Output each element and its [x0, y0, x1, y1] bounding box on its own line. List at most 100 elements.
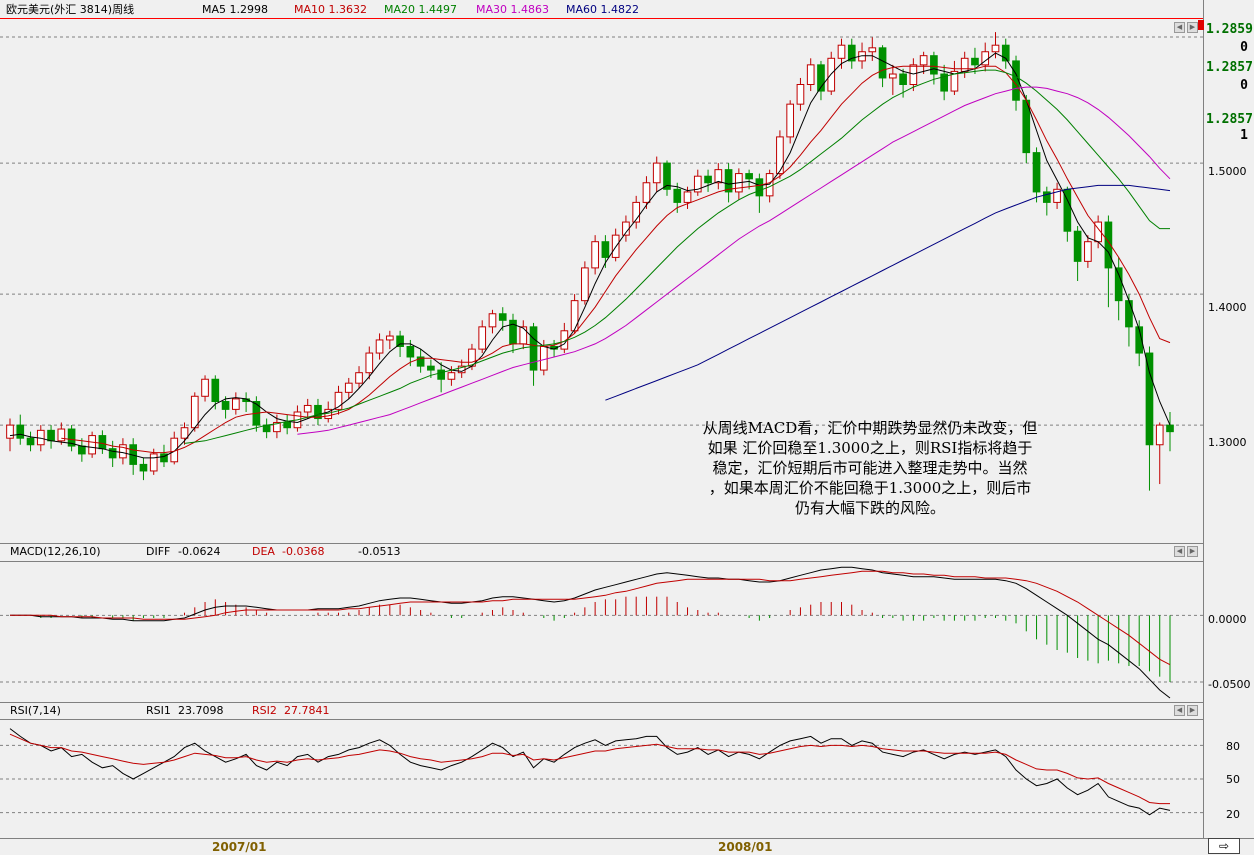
candle-body — [878, 47, 887, 79]
candle-body — [1073, 230, 1082, 262]
candle-body — [427, 365, 435, 371]
candle-body — [6, 424, 14, 439]
candle-body — [591, 241, 599, 269]
next-page-arrow-icon[interactable]: ⇨ — [1208, 838, 1240, 854]
candle-body — [1145, 352, 1154, 446]
candle-body — [57, 428, 66, 442]
candle-body — [930, 55, 938, 75]
candle-body — [570, 300, 579, 332]
ma20-label: MA20 1.4497 — [384, 3, 457, 16]
candle-body — [529, 326, 538, 371]
candle-body — [221, 401, 230, 410]
candle-body — [437, 369, 445, 380]
rsi2-value: 27.7841 — [284, 704, 330, 717]
macd-dea-label: DEA — [252, 545, 275, 558]
top-price-label: 1.2859 — [1206, 22, 1253, 37]
macd-value: -0.0513 — [358, 545, 401, 558]
main-scroll-right-button[interactable]: ▶ — [1187, 22, 1198, 33]
rsi2-line — [9, 733, 1170, 805]
price-label-1.4000: 1.4000 — [1208, 301, 1247, 314]
candle-body — [673, 188, 682, 203]
macd-panel-header: MACD(12,26,10) DIFF -0.0624 DEA -0.0368 … — [0, 543, 1203, 561]
top-price-suffix-3: 1 — [1240, 128, 1248, 143]
rsi1-line — [9, 728, 1171, 816]
candle-body — [1114, 267, 1123, 302]
price-axis-line — [1203, 0, 1204, 838]
macd-axis-label-0: 0.0000 — [1208, 613, 1247, 626]
candle-body — [786, 103, 795, 138]
macd-axis-label-neg: -0.0500 — [1208, 678, 1251, 691]
rsi-axis-label-80: 80 — [1226, 740, 1240, 753]
candle-body — [478, 326, 487, 350]
rsi-scroll-left-button[interactable]: ◀ — [1174, 705, 1185, 716]
candle-body — [909, 64, 918, 85]
annotation-line: 仍有大幅下跌的风险。 — [794, 499, 945, 517]
candle-body — [180, 427, 189, 439]
rsi-panel-header: RSI(7,14) RSI1 23.7098 RSI2 27.7841 — [0, 702, 1203, 720]
candle-body — [899, 73, 907, 85]
alert-marker — [1198, 20, 1204, 30]
rsi-title: RSI(7,14) — [10, 704, 61, 717]
candle-body — [283, 421, 292, 429]
macd-scroll-right-button[interactable]: ▶ — [1187, 546, 1198, 557]
candle-body — [108, 448, 117, 459]
candle-body — [447, 372, 456, 380]
candle-body — [519, 326, 528, 345]
macd-dea-value: -0.0368 — [282, 545, 325, 558]
candle-body — [837, 44, 846, 59]
candle-body — [88, 435, 96, 455]
rsi-axis-label-50: 50 — [1226, 773, 1240, 786]
candle-body — [344, 382, 353, 393]
rsi-chart — [0, 728, 1203, 816]
candle-body — [488, 313, 497, 328]
rsi-axis-label-20: 20 — [1226, 808, 1240, 821]
time-axis — [0, 838, 1254, 855]
candle-body — [201, 378, 209, 397]
candle-body — [888, 73, 897, 79]
annotation-line: 从周线MACD看，汇价中期跌势显然仍未改变，但 — [702, 419, 1038, 437]
candle-body — [642, 182, 651, 203]
rsi1-value: 23.7098 — [178, 704, 224, 717]
main-panel-header: 欧元美元(外汇 3814)周线 MA5 1.2998 MA10 1.3632 M… — [0, 1, 1203, 19]
candle-body — [960, 57, 969, 72]
candle-body — [303, 404, 312, 413]
candle-body — [375, 339, 384, 354]
ma10-label: MA10 1.3632 — [294, 3, 367, 16]
macd-title: MACD(12,26,10) — [10, 545, 101, 558]
candle-body — [16, 424, 25, 439]
annotation-line: 如果 汇价回稳至1.3000之上，则RSI指标将趋于 — [707, 439, 1033, 457]
annotation-line: ，如果本周汇价不能回稳于1.3000之上，则后市 — [708, 479, 1032, 497]
candle-body — [47, 429, 55, 442]
ma60-label: MA60 1.4822 — [566, 3, 639, 16]
rsi1-label: RSI1 — [146, 704, 171, 717]
candle-body — [26, 437, 35, 446]
candle-body — [190, 395, 199, 429]
main-scroll-left-button[interactable]: ◀ — [1174, 22, 1185, 33]
candle-body — [806, 64, 815, 85]
ma30-label: MA30 1.4863 — [476, 3, 549, 16]
candle-body — [78, 445, 86, 455]
macd-diff-line — [10, 566, 1171, 699]
candle-body — [232, 398, 240, 410]
ma-line-ma5 — [9, 52, 1171, 459]
candle-body — [98, 435, 107, 450]
candle-body — [355, 372, 363, 384]
x-label-2007: 2007/01 — [212, 840, 267, 854]
candle-body — [396, 335, 404, 347]
top-price-suffix: 0 — [1240, 40, 1248, 55]
macd-scroll-left-button[interactable]: ◀ — [1174, 546, 1185, 557]
ma5-label: MA5 1.2998 — [202, 3, 268, 16]
candle-body — [755, 178, 764, 197]
candle-body — [919, 55, 928, 66]
rsi-scroll-right-button[interactable]: ▶ — [1187, 705, 1198, 716]
candle-body — [385, 335, 394, 341]
ma-line-ma20 — [184, 69, 1170, 444]
candle-body — [1155, 424, 1164, 446]
candle-body — [1125, 300, 1133, 328]
candle-body — [745, 173, 753, 180]
candle-body — [971, 57, 979, 66]
candle-body — [365, 352, 374, 374]
candle-body — [1084, 241, 1092, 262]
price-label-1.3000: 1.3000 — [1208, 436, 1247, 449]
candle-body — [868, 47, 877, 53]
